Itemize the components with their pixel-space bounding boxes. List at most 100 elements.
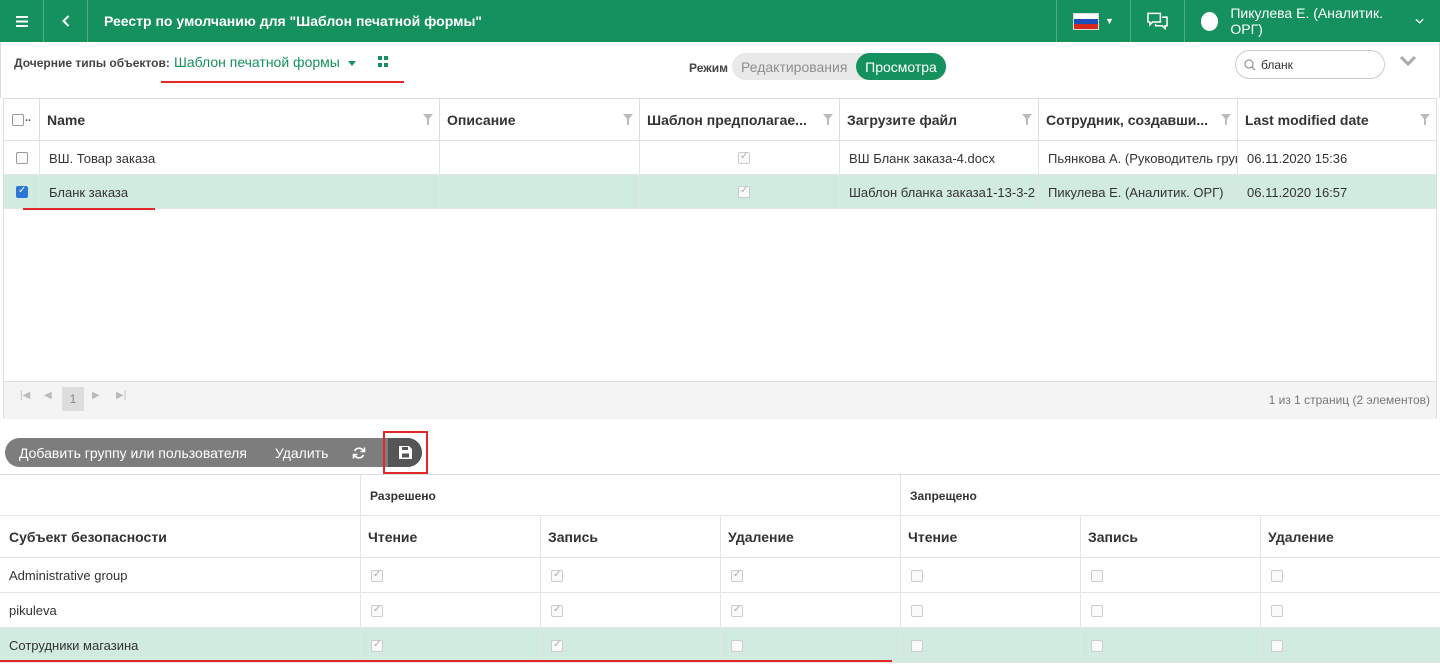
select-all-ellipsis: .. bbox=[25, 112, 32, 124]
cell-employee: Пьянкова А. (Руководитель груп bbox=[1039, 141, 1238, 175]
chat-icon bbox=[1147, 12, 1168, 30]
allowed-delete-checkbox[interactable] bbox=[731, 604, 743, 617]
denied-write-checkbox[interactable] bbox=[1091, 570, 1103, 582]
search-box[interactable] bbox=[1235, 50, 1385, 79]
denied-delete-cell bbox=[1261, 558, 1440, 593]
caret-down-icon[interactable] bbox=[348, 61, 356, 66]
allowed-read-checkbox[interactable] bbox=[371, 604, 383, 617]
child-type-dropdown[interactable]: Шаблон печатной формы bbox=[174, 54, 340, 70]
pager-info: 1 из 1 страниц (2 элементов) bbox=[1268, 393, 1430, 407]
column-header-name[interactable]: Name bbox=[40, 99, 440, 141]
row-select-cell bbox=[4, 175, 40, 209]
page-number[interactable]: 1 bbox=[62, 387, 84, 411]
denied-write-checkbox[interactable] bbox=[1091, 640, 1103, 652]
annotation-underline bbox=[23, 208, 155, 210]
allowed-write-checkbox[interactable] bbox=[551, 639, 563, 652]
allowed-write-cell bbox=[541, 558, 721, 593]
cell-description bbox=[440, 175, 640, 209]
subject-header: Субъект безопасности bbox=[0, 516, 361, 558]
cell-employee: Пикулева Е. (Аналитик. ОРГ) bbox=[1039, 175, 1238, 209]
denied-read-header: Чтение bbox=[901, 516, 1081, 558]
denied-read-checkbox[interactable] bbox=[911, 570, 923, 582]
denied-write-checkbox[interactable] bbox=[1091, 605, 1103, 617]
table-row[interactable]: ВШ. Товар заказа ВШ Бланк заказа-4.docx … bbox=[4, 141, 1436, 175]
filter-icon[interactable] bbox=[823, 114, 833, 125]
records-grid: .. Name Описание Шаблон предполагае... З… bbox=[3, 98, 1437, 382]
permissions-toolbar: Добавить группу или пользователя Удалить bbox=[5, 438, 422, 467]
denied-read-cell bbox=[901, 593, 1081, 628]
allowed-read-cell bbox=[361, 593, 541, 628]
allowed-read-cell bbox=[361, 628, 541, 663]
collapse-chevron-icon[interactable] bbox=[1399, 55, 1417, 66]
mode-view-option[interactable]: Просмотра bbox=[856, 53, 946, 80]
filter-icon[interactable] bbox=[1221, 114, 1231, 125]
column-header-file[interactable]: Загрузите файл bbox=[840, 99, 1039, 141]
next-page-icon[interactable]: ▶ bbox=[92, 390, 100, 401]
allowed-read-header: Чтение bbox=[361, 516, 541, 558]
allowed-delete-checkbox[interactable] bbox=[731, 640, 743, 652]
allowed-write-checkbox[interactable] bbox=[551, 569, 563, 582]
denied-read-cell bbox=[901, 628, 1081, 663]
allowed-read-checkbox[interactable] bbox=[371, 569, 383, 582]
row-checkbox-checked[interactable] bbox=[16, 185, 28, 198]
denied-delete-checkbox[interactable] bbox=[1271, 640, 1283, 652]
denied-delete-cell bbox=[1261, 628, 1440, 663]
column-header-employee[interactable]: Сотрудник, создавши... bbox=[1039, 99, 1238, 141]
allowed-write-header: Запись bbox=[541, 516, 721, 558]
allowed-delete-cell bbox=[721, 593, 901, 628]
last-page-icon[interactable]: ▶| bbox=[116, 390, 126, 401]
annotation-underline bbox=[0, 660, 892, 662]
annotation-underline bbox=[161, 81, 404, 83]
avatar bbox=[1201, 11, 1219, 31]
refresh-button[interactable] bbox=[342, 438, 376, 467]
pager: |◀ ◀ 1 ▶ ▶| 1 из 1 страниц (2 элементов) bbox=[3, 382, 1437, 419]
denied-read-checkbox[interactable] bbox=[911, 605, 923, 617]
caret-down-icon: ▼ bbox=[1105, 16, 1114, 26]
subject-cell[interactable]: Administrative group bbox=[0, 558, 361, 593]
russia-flag-icon bbox=[1073, 12, 1099, 30]
row-select-cell bbox=[4, 141, 40, 175]
denied-delete-cell bbox=[1261, 593, 1440, 628]
column-header-description[interactable]: Описание bbox=[440, 99, 640, 141]
column-label: Описание bbox=[447, 112, 516, 128]
menu-button[interactable] bbox=[0, 0, 44, 42]
subject-cell[interactable]: pikuleva bbox=[0, 593, 361, 628]
denied-read-checkbox[interactable] bbox=[911, 640, 923, 652]
group-header-allowed: Разрешено bbox=[361, 475, 901, 516]
allowed-write-checkbox[interactable] bbox=[551, 604, 563, 617]
first-page-icon[interactable]: |◀ bbox=[20, 390, 30, 401]
chevron-down-icon bbox=[1415, 18, 1424, 24]
table-row-selected[interactable]: Бланк заказа Шаблон бланка заказа1-13-3-… bbox=[4, 175, 1436, 209]
back-button[interactable] bbox=[44, 0, 88, 42]
row-checkbox[interactable] bbox=[16, 152, 28, 164]
cell-file: Шаблон бланка заказа1-13-3-2 bbox=[840, 175, 1039, 209]
allowed-delete-checkbox[interactable] bbox=[731, 569, 743, 582]
search-input[interactable] bbox=[1261, 57, 1381, 72]
column-label: Name bbox=[47, 112, 86, 128]
allowed-write-cell bbox=[541, 593, 721, 628]
column-header-modified[interactable]: Last modified date bbox=[1238, 99, 1436, 141]
select-all-checkbox[interactable] bbox=[12, 114, 24, 126]
denied-delete-checkbox[interactable] bbox=[1271, 570, 1283, 582]
group-header-denied: Запрещено bbox=[901, 475, 1440, 516]
filter-icon[interactable] bbox=[423, 114, 433, 125]
user-menu[interactable]: Пикулева Е. (Аналитик. ОРГ) bbox=[1184, 0, 1440, 42]
cell-name: Бланк заказа bbox=[40, 175, 440, 209]
language-selector[interactable]: ▼ bbox=[1056, 0, 1130, 42]
filter-icon[interactable] bbox=[1022, 114, 1032, 125]
delete-button[interactable]: Удалить bbox=[261, 438, 342, 467]
filter-icon[interactable] bbox=[1420, 114, 1430, 125]
filter-icon[interactable] bbox=[623, 114, 633, 125]
mode-toggle[interactable]: Редактирования Просмотра bbox=[732, 53, 947, 80]
cell-modified: 06.11.2020 16:57 bbox=[1247, 185, 1348, 200]
column-header-template[interactable]: Шаблон предполагае... bbox=[640, 99, 840, 141]
allowed-read-checkbox[interactable] bbox=[371, 639, 383, 652]
add-group-button[interactable]: Добавить группу или пользователя bbox=[5, 438, 261, 467]
subject-cell[interactable]: Сотрудники магазина bbox=[0, 628, 361, 663]
denied-delete-checkbox[interactable] bbox=[1271, 605, 1283, 617]
chevron-left-icon bbox=[61, 15, 69, 27]
mode-edit-option[interactable]: Редактирования bbox=[732, 59, 856, 75]
grid-view-icon[interactable] bbox=[378, 56, 389, 67]
prev-page-icon[interactable]: ◀ bbox=[44, 390, 52, 401]
chat-button[interactable] bbox=[1130, 0, 1184, 42]
